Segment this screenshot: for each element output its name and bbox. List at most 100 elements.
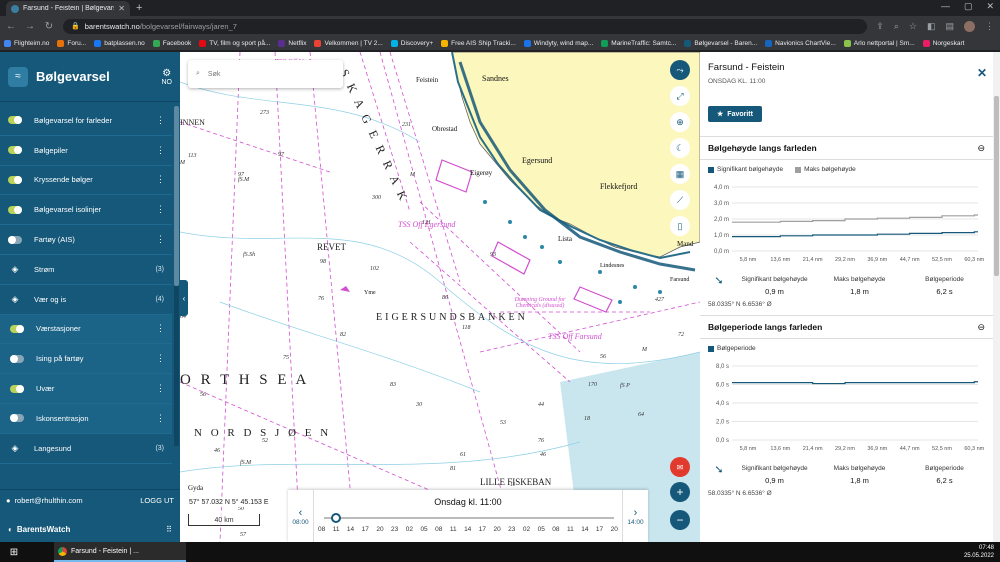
more-options-icon[interactable]: ⋮ xyxy=(156,115,165,126)
book-icon[interactable]: ▯ xyxy=(670,216,690,236)
bookmark-item[interactable]: Free AIS Ship Tracki... xyxy=(441,39,516,47)
map-search[interactable]: ⌕ Søk xyxy=(188,60,343,88)
timeline-hour[interactable]: 20 xyxy=(493,526,500,533)
sidebar-scrollbar[interactable] xyxy=(174,106,179,446)
close-icon[interactable]: ✕ xyxy=(977,66,987,80)
search-input[interactable]: Søk xyxy=(208,71,220,78)
back-icon[interactable]: ← xyxy=(6,21,16,32)
sidebar-item[interactable]: Ising på fartøy ⋮ xyxy=(0,344,172,375)
browser-tab[interactable]: Farsund - Feistein | Bølgevarsel ✕ xyxy=(6,1,130,16)
timeline-hour[interactable]: 11 xyxy=(333,526,340,533)
bookmark-item[interactable]: Bølgevarsel - Baren... xyxy=(684,39,757,47)
sidebar-item[interactable]: Uvær ⋮ xyxy=(0,374,172,404)
layer-toggle[interactable] xyxy=(8,116,22,125)
fullscreen-icon[interactable]: ⤢ xyxy=(670,86,690,106)
maximize-icon[interactable]: ▢ xyxy=(964,1,973,12)
more-options-icon[interactable]: ⋮ xyxy=(156,204,165,215)
sidebar-item[interactable]: Bølgepiler ⋮ xyxy=(0,136,172,166)
timeline-hour[interactable]: 20 xyxy=(376,526,383,533)
more-options-icon[interactable]: ⋮ xyxy=(156,145,165,156)
bookmark-item[interactable]: Arlo nettportal | Sm... xyxy=(843,39,915,47)
profile-avatar[interactable] xyxy=(964,20,975,32)
layer-toggle[interactable] xyxy=(8,175,22,184)
sidebar-item[interactable]: Værstasjoner ⋮ xyxy=(0,314,172,345)
bookmark-item[interactable]: Navionics ChartVie... xyxy=(765,39,836,47)
windows-start-icon[interactable]: ⊞ xyxy=(0,547,28,558)
layer-toggle[interactable] xyxy=(10,354,24,363)
bookmark-item[interactable]: Facebook xyxy=(152,39,191,47)
timeline-hour[interactable]: 17 xyxy=(596,526,603,533)
bookmark-item[interactable]: MarineTraffic: Samtc... xyxy=(601,39,676,47)
bookmark-item[interactable]: Norgeskart xyxy=(922,39,964,47)
measure-icon[interactable]: ⟋ xyxy=(670,190,690,210)
timeline-hour[interactable]: 14 xyxy=(581,526,588,533)
bookmark-item[interactable]: Foru... xyxy=(57,39,86,47)
timeline-hour[interactable]: 02 xyxy=(406,526,413,533)
settings-button[interactable]: ⚙ NO xyxy=(162,68,173,86)
zoom-icon[interactable]: ⌕ xyxy=(894,21,899,32)
timeline-hour[interactable]: 17 xyxy=(479,526,486,533)
more-options-icon[interactable]: ⋮ xyxy=(156,383,165,394)
timeline-hour[interactable]: 17 xyxy=(362,526,369,533)
panel-scrollbar[interactable] xyxy=(993,52,1000,542)
sidebar-item[interactable]: ◈ Langesund (3) xyxy=(0,434,172,464)
layer-toggle[interactable] xyxy=(10,324,24,333)
map-layers-icon[interactable]: ▦ xyxy=(670,164,690,184)
timeline-hour[interactable]: 14 xyxy=(464,526,471,533)
bookmark-item[interactable]: Discovery+ xyxy=(390,39,433,47)
sidepanel-icon[interactable]: ▤ xyxy=(945,21,954,32)
timeline-hour[interactable]: 05 xyxy=(420,526,427,533)
close-tab-icon[interactable]: ✕ xyxy=(118,4,125,13)
timeline-hour[interactable]: 02 xyxy=(523,526,530,533)
sidebar-item[interactable]: ◈ Strøm (3) xyxy=(0,255,172,285)
zoom-in-button[interactable]: + xyxy=(670,482,690,502)
layer-toggle[interactable] xyxy=(10,384,24,393)
timeline-hour[interactable]: 08 xyxy=(552,526,559,533)
close-window-icon[interactable]: ✕ xyxy=(986,1,994,12)
taskbar-chrome-app[interactable]: Farsund - Feistein | ... xyxy=(54,542,186,562)
new-tab-icon[interactable]: + xyxy=(136,2,142,14)
timeline-hour[interactable]: 11 xyxy=(450,526,457,533)
collapse-icon[interactable]: ⊖ xyxy=(977,143,985,154)
sidebar-item[interactable]: Bølgevarsel for farleder ⋮ xyxy=(0,106,172,136)
share-icon[interactable]: ⇪ xyxy=(876,21,884,32)
zoom-out-button[interactable]: − xyxy=(670,510,690,530)
timeline-handle[interactable] xyxy=(330,513,341,523)
layer-toggle[interactable] xyxy=(8,146,22,155)
more-options-icon[interactable]: ⋮ xyxy=(156,234,165,245)
more-options-icon[interactable]: ⋮ xyxy=(156,323,165,334)
timeline-hour[interactable]: 14 xyxy=(347,526,354,533)
bookmark-item[interactable]: Windyty, wind map... xyxy=(523,39,593,47)
sidebar-item[interactable]: Fartøy (AIS) ⋮ xyxy=(0,225,172,255)
timeline-hour[interactable]: 23 xyxy=(508,526,515,533)
bookmark-item[interactable]: Netflix xyxy=(278,39,306,47)
more-options-icon[interactable]: ⋮ xyxy=(156,413,165,424)
wave-height-section-header[interactable]: Bølgehøyde langs farleden ⊖ xyxy=(700,136,993,160)
sidebar-item[interactable]: Bølgevarsel isolinjer ⋮ xyxy=(0,195,172,226)
favorite-button[interactable]: ★ Favoritt xyxy=(708,106,762,122)
prev-time-button[interactable]: ‹ 08:00 xyxy=(288,490,314,542)
bookmark-star-icon[interactable]: ☆ xyxy=(909,21,917,32)
sidebar-item[interactable]: Iskonsentrasjon ⋮ xyxy=(0,403,172,434)
logout-button[interactable]: LOGG UT xyxy=(140,496,174,505)
collapse-icon[interactable]: ⊖ xyxy=(977,322,985,333)
timeline-hour[interactable]: 20 xyxy=(611,526,618,533)
locate-icon[interactable]: ⊕ xyxy=(670,112,690,132)
night-mode-icon[interactable]: ☾ xyxy=(670,138,690,158)
more-options-icon[interactable]: ⋮ xyxy=(156,174,165,185)
nautical-chart-map[interactable]: TSS Off UtsiraSandnesFeisteinObrestadEge… xyxy=(180,52,700,542)
address-bar[interactable]: 🔒 barentswatch.no/bolgevarsel/fairways/j… xyxy=(63,18,868,34)
layer-toggle[interactable] xyxy=(10,414,24,423)
bookmark-item[interactable]: Velkommen | TV 2... xyxy=(314,39,383,47)
apps-grid-icon[interactable]: ⠿ xyxy=(166,525,172,534)
timeline-hour[interactable]: 08 xyxy=(435,526,442,533)
timeline-hour[interactable]: 05 xyxy=(538,526,545,533)
sidebar-item[interactable]: Kryssende bølger ⋮ xyxy=(0,166,172,196)
timeline-track[interactable] xyxy=(324,517,614,519)
reload-icon[interactable]: ↻ xyxy=(44,21,54,32)
layer-toggle[interactable] xyxy=(8,205,22,214)
timeline-hour[interactable]: 08 xyxy=(318,526,325,533)
minimize-icon[interactable]: — xyxy=(941,1,950,12)
next-time-button[interactable]: › 14:00 xyxy=(622,490,648,542)
collapse-sidebar-button[interactable]: ‹ xyxy=(180,280,188,316)
